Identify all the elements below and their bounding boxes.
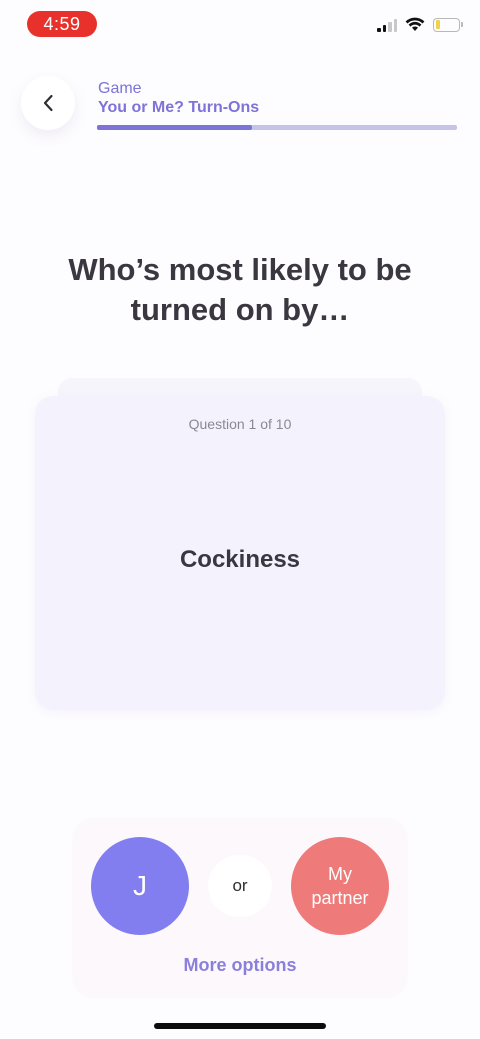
more-options-link[interactable]: More options — [140, 955, 340, 976]
header-title: You or Me? Turn-Ons — [98, 99, 260, 116]
battery-icon — [433, 17, 463, 32]
battery-level — [435, 20, 440, 29]
back-button[interactable] — [21, 76, 75, 130]
header-text: Game You or Me? Turn-Ons — [98, 79, 259, 117]
chevron-left-icon — [43, 94, 53, 112]
game-progress-bar — [97, 125, 457, 130]
choice-me-button[interactable]: J — [91, 837, 189, 935]
status-bar: 4:59 — [0, 0, 480, 48]
question-counter: Question 1 of 10 — [188, 416, 292, 432]
question-card[interactable]: Question 1 of 10 Cockiness — [35, 396, 445, 710]
header-subtitle: Game — [98, 80, 142, 97]
game-progress-fill — [97, 125, 252, 130]
status-time: 4:59 — [27, 11, 97, 37]
choice-partner-button[interactable]: My partner — [291, 837, 389, 935]
wifi-icon — [405, 17, 425, 31]
cellular-signal-icon — [377, 18, 397, 32]
question-answer: Cockiness — [179, 546, 301, 573]
status-icons — [377, 17, 463, 32]
or-label: or — [208, 855, 272, 917]
home-indicator — [154, 1023, 326, 1029]
question-prompt: Who’s most likely to be turned on by… — [68, 252, 412, 327]
